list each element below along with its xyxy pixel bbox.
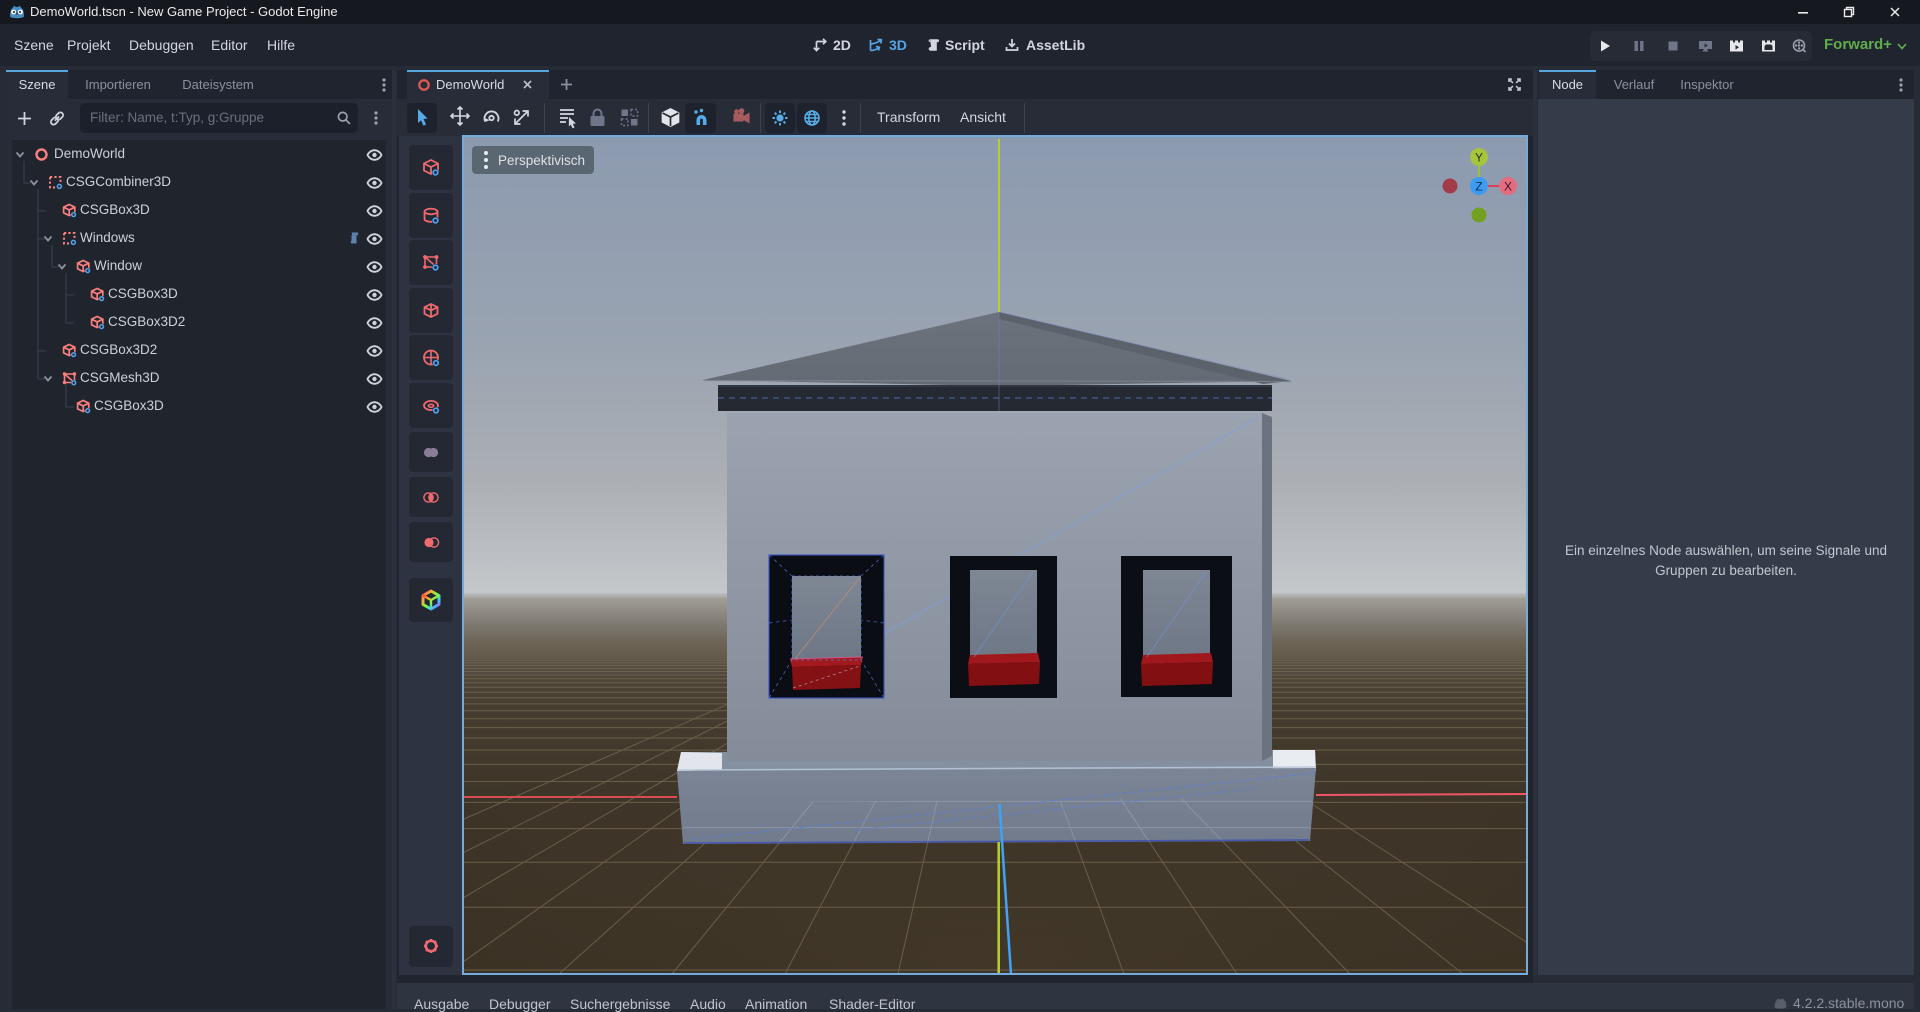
svg-text:Y: Y	[1475, 151, 1483, 165]
svg-text:Perspektivisch: Perspektivisch	[498, 153, 585, 168]
svg-text:X: X	[1504, 180, 1512, 194]
svg-text:Z: Z	[1475, 180, 1482, 194]
